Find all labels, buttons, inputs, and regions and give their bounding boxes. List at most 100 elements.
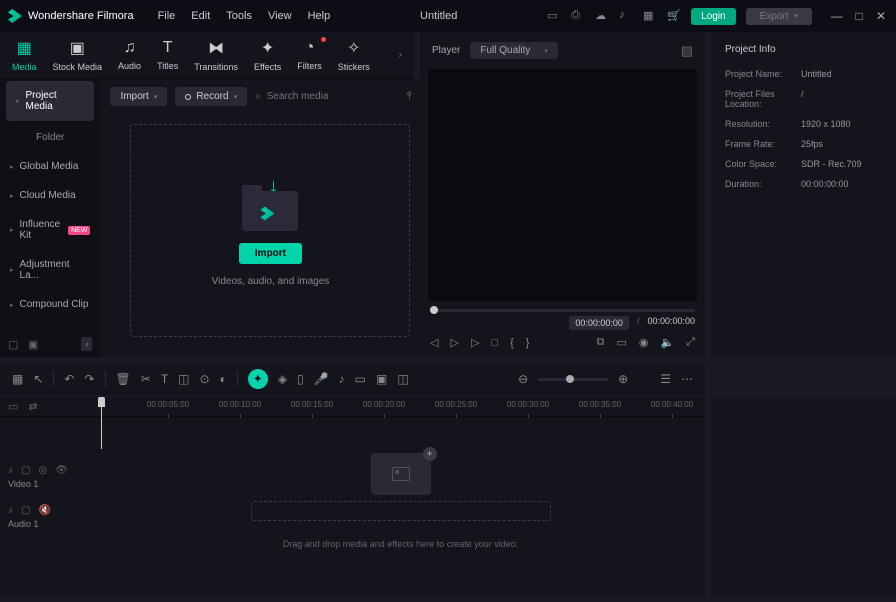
track-sync-icon[interactable]: ⇄ bbox=[28, 400, 37, 413]
timeline-side-panel bbox=[711, 397, 896, 597]
timeline-settings-button[interactable]: ⋯ bbox=[681, 372, 693, 386]
placeholder-track-slot[interactable] bbox=[251, 501, 551, 521]
import-dropdown[interactable]: Import▾ bbox=[110, 87, 167, 106]
sidebar-item-cloud-media[interactable]: ▸Cloud Media bbox=[0, 181, 100, 210]
render-button[interactable]: ▣ bbox=[376, 372, 387, 386]
tab-stock-media[interactable]: ▣Stock Media bbox=[53, 38, 103, 72]
camera-icon[interactable]: ◉ bbox=[639, 336, 649, 349]
snapshot-icon[interactable]: ▧ bbox=[681, 43, 693, 59]
export-button[interactable]: Export▾ bbox=[746, 8, 812, 25]
zoom-out-button[interactable]: ⊖ bbox=[518, 372, 528, 386]
headphones-icon[interactable]: ♪ bbox=[619, 9, 633, 23]
new-dot-icon bbox=[321, 37, 326, 42]
player-progress[interactable] bbox=[430, 309, 695, 312]
collapse-sidebar-button[interactable]: ‹ bbox=[81, 337, 92, 351]
group-button[interactable]: ▭ bbox=[355, 372, 366, 386]
compare-icon[interactable]: ⧉ bbox=[597, 336, 605, 349]
volume-icon[interactable]: 🔈 bbox=[660, 336, 674, 349]
search-input[interactable] bbox=[267, 91, 399, 102]
tab-media[interactable]: ▦Media bbox=[12, 38, 37, 72]
menu-help[interactable]: Help bbox=[308, 10, 331, 22]
maximize-button[interactable]: □ bbox=[852, 9, 866, 23]
display-icon[interactable]: ▭ bbox=[616, 336, 626, 349]
tab-filters[interactable]: ◔Filters bbox=[297, 39, 322, 71]
sidebar-item-adjustment-layer[interactable]: ▸Adjustment La... bbox=[0, 250, 100, 290]
minimize-button[interactable]: — bbox=[830, 9, 844, 23]
music-icon: ♪ bbox=[8, 505, 13, 516]
pointer-icon[interactable]: ↖ bbox=[33, 372, 43, 386]
record-dropdown[interactable]: Record▾ bbox=[175, 87, 247, 106]
speed-button[interactable]: ⊙ bbox=[200, 372, 210, 386]
visibility-icon[interactable]: 👁 bbox=[55, 465, 68, 476]
sidebar-item-global-media[interactable]: ▸Global Media bbox=[0, 152, 100, 181]
titlebar-right: ▭ ⎙ ☁ ♪ ▦ 🛒 Login Export▾ — □ ✕ bbox=[547, 8, 888, 25]
track-head-video1[interactable]: ♪▢◎👁 Video 1 bbox=[0, 457, 96, 497]
ruler-tick: 00:00:05:00 bbox=[147, 400, 189, 409]
mark-out-button[interactable]: } bbox=[526, 337, 530, 349]
nest-button[interactable]: ◫ bbox=[397, 372, 408, 386]
next-frame-button[interactable]: ▷ bbox=[471, 336, 479, 349]
new-folder-icon[interactable]: ▣ bbox=[28, 338, 40, 350]
lock-icon[interactable]: ▢ bbox=[21, 465, 30, 476]
timeline-canvas[interactable]: 00:00:05:0000:00:10:0000:00:15:0000:00:2… bbox=[96, 397, 705, 597]
keyframe-button[interactable]: ◈ bbox=[278, 372, 287, 386]
tab-audio[interactable]: ♫Audio bbox=[118, 39, 141, 71]
menu-view[interactable]: View bbox=[268, 10, 292, 22]
timeline-ruler[interactable]: 00:00:05:0000:00:10:0000:00:15:0000:00:2… bbox=[96, 397, 705, 417]
menu-file[interactable]: File bbox=[158, 10, 176, 22]
menu-tools[interactable]: Tools bbox=[226, 10, 252, 22]
sidebar-item-compound-clip[interactable]: ▸Compound Clip bbox=[0, 290, 100, 319]
cloud-icon[interactable]: ☁ bbox=[595, 9, 609, 23]
lock-icon[interactable]: ▢ bbox=[21, 505, 30, 516]
media-drop-zone[interactable]: ↓ Import Videos, audio, and images bbox=[130, 124, 410, 337]
play-button[interactable]: ▷ bbox=[450, 336, 458, 349]
timeline-hint: Drag and drop media and effects here to … bbox=[283, 539, 518, 549]
mark-in-button[interactable]: { bbox=[510, 337, 514, 349]
close-button[interactable]: ✕ bbox=[874, 9, 888, 23]
cut-button[interactable]: ✂ bbox=[141, 372, 151, 386]
menu-edit[interactable]: Edit bbox=[191, 10, 210, 22]
tab-titles[interactable]: TTitles bbox=[157, 39, 178, 71]
tab-stickers[interactable]: ✧Stickers bbox=[338, 38, 370, 72]
login-button[interactable]: Login bbox=[691, 8, 735, 25]
undo-button[interactable]: ↶ bbox=[64, 372, 74, 386]
track-head-audio1[interactable]: ♪▢🔇 Audio 1 bbox=[0, 497, 96, 537]
cart-icon[interactable]: 🛒 bbox=[667, 9, 681, 23]
sidebar-item-project-media[interactable]: ▸Project Media bbox=[6, 81, 94, 121]
save-icon[interactable]: ⎙ bbox=[571, 9, 585, 23]
audio-mix-button[interactable]: ♪ bbox=[339, 372, 345, 386]
ruler-tick: 00:00:10:00 bbox=[219, 400, 261, 409]
new-bin-icon[interactable]: ▢ bbox=[8, 338, 20, 350]
player-viewport[interactable] bbox=[428, 69, 697, 301]
sidebar-item-folder[interactable]: Folder bbox=[0, 123, 100, 152]
quality-dropdown[interactable]: Full Quality▾ bbox=[470, 42, 558, 59]
tab-effects[interactable]: ✦Effects bbox=[254, 38, 281, 72]
voiceover-button[interactable]: 🎤 bbox=[314, 372, 329, 386]
marker-button[interactable]: ▯ bbox=[297, 372, 304, 386]
import-button[interactable]: Import bbox=[239, 243, 302, 264]
redo-button[interactable]: ↷ bbox=[84, 372, 94, 386]
sidebar-item-influence-kit[interactable]: ▸Influence KitNEW bbox=[0, 210, 100, 250]
text-button[interactable]: T bbox=[161, 372, 168, 386]
fullscreen-icon[interactable]: ⤢ bbox=[686, 336, 695, 349]
apps-icon[interactable]: ▦ bbox=[643, 9, 657, 23]
zoom-in-button[interactable]: ⊕ bbox=[618, 372, 628, 386]
crop-button[interactable]: ◫ bbox=[178, 372, 189, 386]
mute-icon[interactable]: 🔇 bbox=[38, 505, 50, 516]
zoom-slider[interactable] bbox=[538, 378, 608, 381]
track-link-icon[interactable]: ▭ bbox=[8, 400, 18, 413]
tabs-scroll-right[interactable]: › bbox=[398, 49, 402, 61]
device-icon[interactable]: ▭ bbox=[547, 9, 561, 23]
prev-frame-button[interactable]: ◁ bbox=[430, 336, 438, 349]
color-button[interactable]: ◐ bbox=[220, 372, 227, 386]
ruler-tick: 00:00:30:00 bbox=[507, 400, 549, 409]
filter-icon[interactable]: ⫯ bbox=[407, 90, 412, 103]
stop-button[interactable]: □ bbox=[491, 337, 498, 349]
tab-transitions[interactable]: ⧓Transitions bbox=[194, 38, 238, 72]
delete-button[interactable]: 🗑 bbox=[116, 372, 131, 386]
document-title: Untitled bbox=[338, 10, 539, 22]
track-view-button[interactable]: ☰ bbox=[660, 372, 671, 386]
layout-icon[interactable]: ▦ bbox=[12, 372, 23, 386]
target-icon[interactable]: ◎ bbox=[38, 465, 47, 476]
ai-button[interactable]: ✦ bbox=[248, 369, 268, 389]
